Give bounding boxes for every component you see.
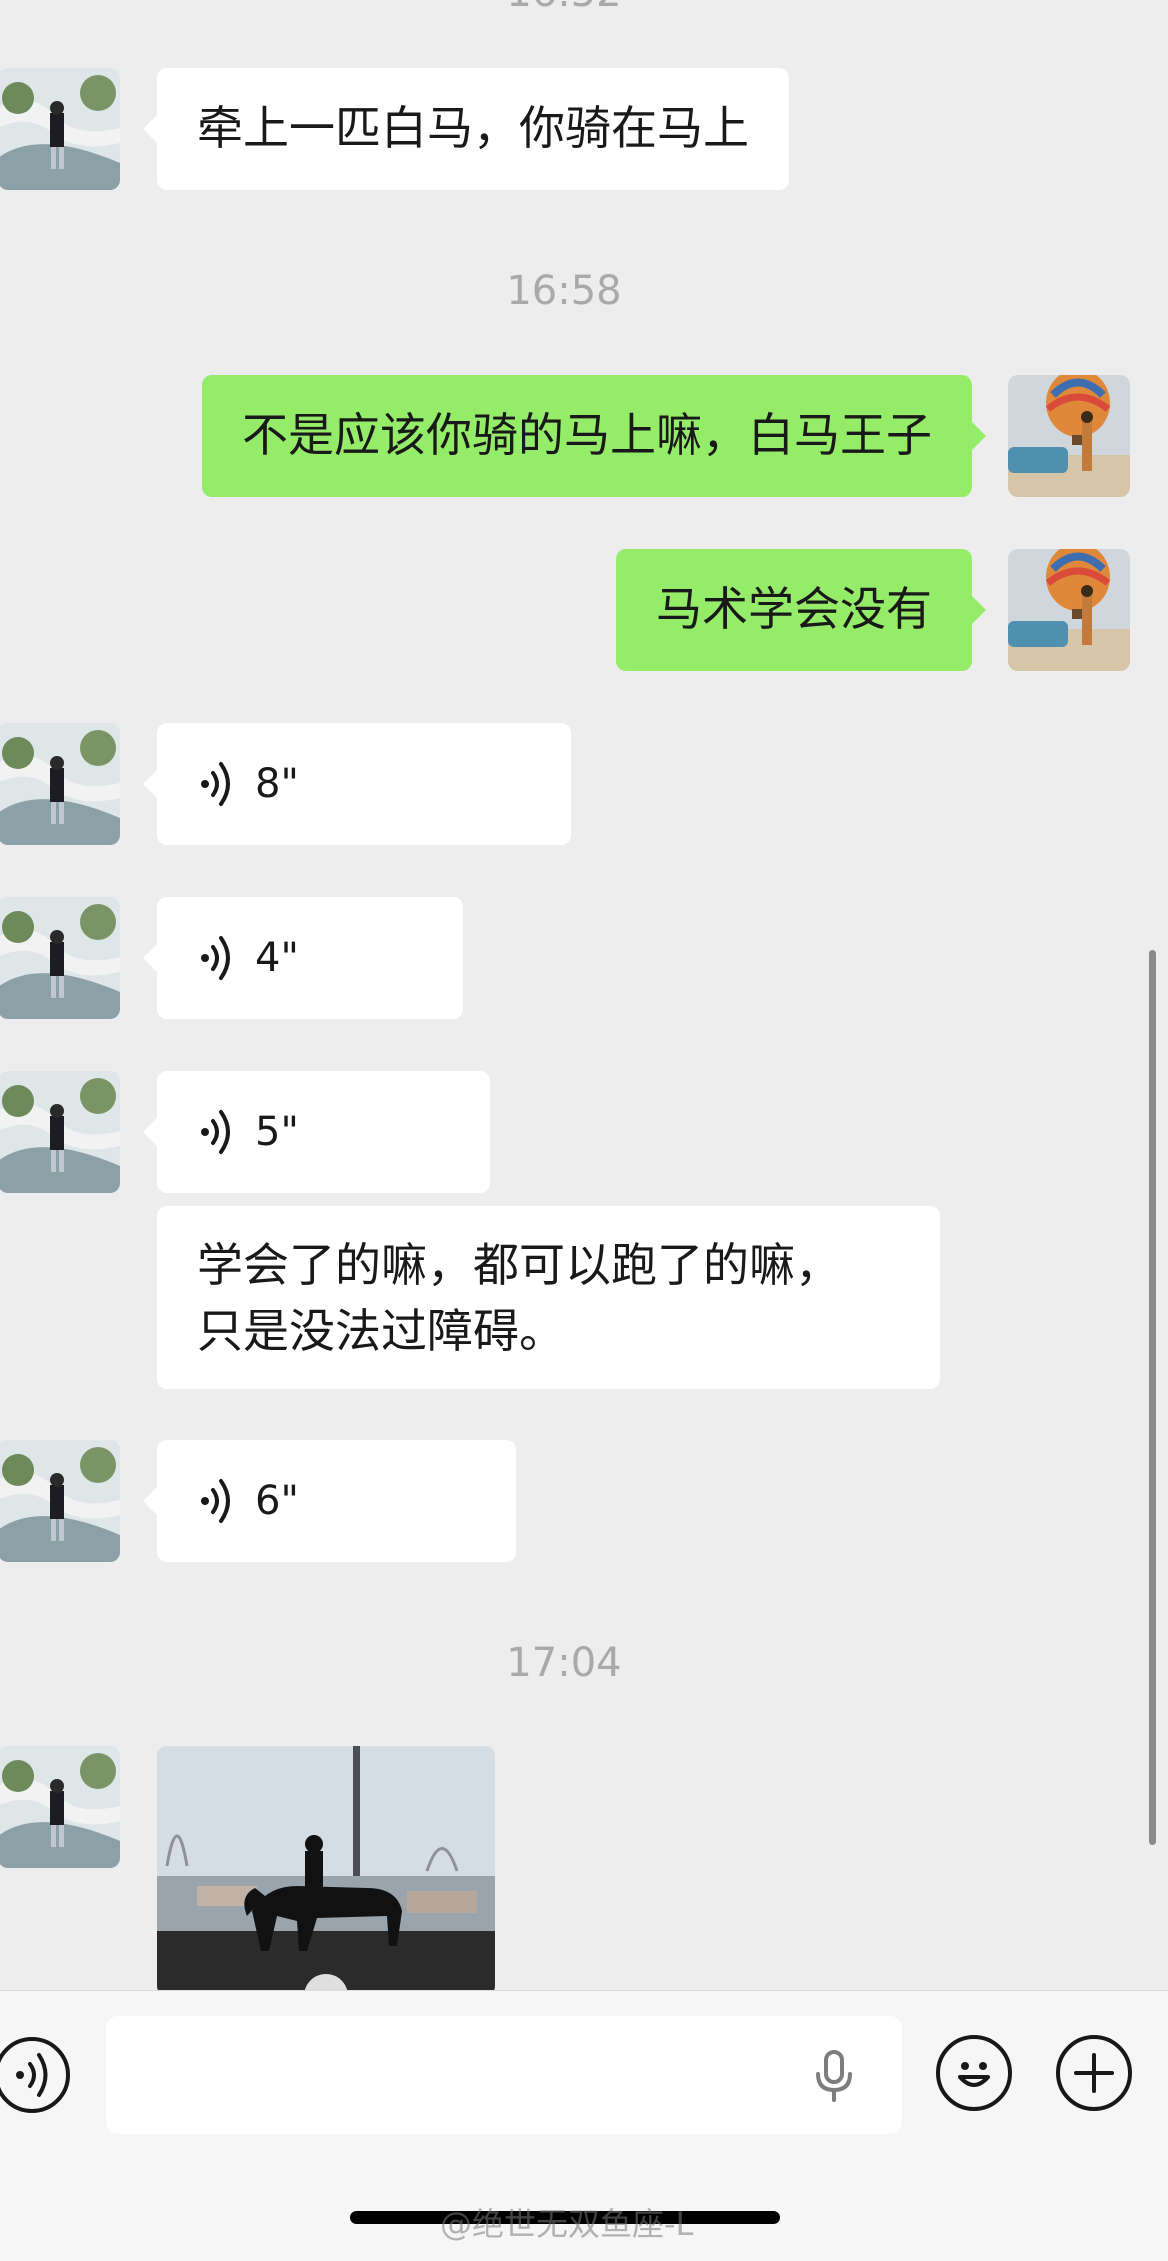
timestamp-top-cut: 16:52 <box>0 0 1128 16</box>
contact-avatar[interactable] <box>0 1071 120 1193</box>
message-input[interactable] <box>106 2016 902 2134</box>
contact-avatar[interactable] <box>0 723 120 845</box>
message-bubble-outgoing[interactable]: 马术学会没有 <box>616 549 986 671</box>
message-text-line: 只是没法过障碍。 <box>197 1304 565 1358</box>
plus-icon <box>1074 2053 1114 2093</box>
voice-wave-icon <box>201 936 230 980</box>
contact-avatar[interactable] <box>0 68 120 190</box>
message-bubble-incoming[interactable]: 牵上一匹白马，你骑在马上 <box>143 68 789 190</box>
voice-duration: 4" <box>255 935 299 981</box>
voice-mode-button[interactable] <box>0 2037 70 2113</box>
scrollbar[interactable] <box>1149 950 1156 1845</box>
message-text-line: 学会了的嘛，都可以跑了的嘛， <box>197 1238 841 1292</box>
watermark: @绝世无双鱼座-L <box>440 2205 694 2243</box>
voice-message[interactable]: 8" <box>143 723 571 845</box>
contact-avatar[interactable] <box>0 897 120 1019</box>
voice-duration: 6" <box>255 1478 299 1524</box>
message-bubble-outgoing[interactable]: 不是应该你骑的马上嘛，白马王子 <box>202 375 986 497</box>
voice-message[interactable]: 5" <box>143 1071 490 1193</box>
voice-wave-icon <box>201 1479 230 1523</box>
more-actions-button[interactable] <box>1056 2035 1132 2111</box>
microphone-icon[interactable] <box>814 2050 854 2102</box>
message-text: 牵上一匹白马，你骑在马上 <box>197 101 749 155</box>
emoji-icon <box>958 2062 990 2087</box>
contact-avatar[interactable] <box>0 1440 120 1562</box>
voice-message[interactable]: 6" <box>143 1440 516 1562</box>
my-avatar[interactable] <box>1008 549 1130 671</box>
video-message-thumbnail[interactable] <box>157 1746 495 1990</box>
message-text: 不是应该你骑的马上嘛，白马王子 <box>242 408 932 462</box>
timestamp: 16:58 <box>506 268 622 314</box>
chat-message-list[interactable]: 16:52 牵上一匹白马，你骑在马上 16:58 不是应该你骑的马上嘛，白马王子 <box>0 0 1168 1990</box>
contact-avatar[interactable] <box>0 1746 120 1868</box>
voice-wave-icon <box>201 1110 230 1154</box>
emoji-button[interactable] <box>936 2035 1012 2111</box>
voice-message[interactable]: 4" <box>143 897 463 1019</box>
message-bubble-incoming[interactable]: 学会了的嘛，都可以跑了的嘛， 只是没法过障碍。 <box>157 1206 940 1389</box>
timestamp: 17:04 <box>506 1640 622 1686</box>
voice-duration: 8" <box>255 761 299 807</box>
my-avatar[interactable] <box>1008 375 1130 497</box>
voice-mode-icon <box>16 2053 48 2097</box>
message-text: 马术学会没有 <box>656 582 932 636</box>
chat-input-bar: @绝世无双鱼座-L <box>0 1990 1168 2261</box>
voice-wave-icon <box>201 762 230 806</box>
voice-duration: 5" <box>255 1109 299 1155</box>
